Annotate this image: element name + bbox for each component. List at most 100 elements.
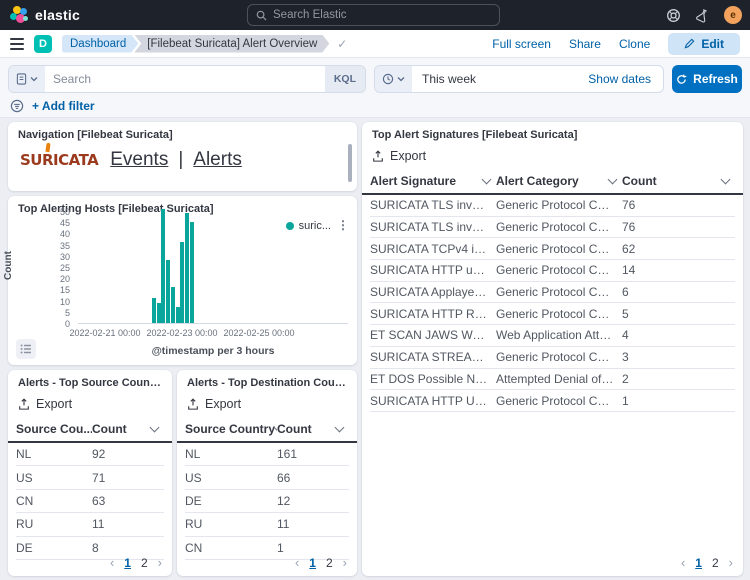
query-search-input[interactable] (45, 66, 325, 92)
legend-label: suric... (299, 220, 331, 232)
table-cell: 76 (622, 220, 735, 234)
panel-scrollbar[interactable] (348, 144, 352, 182)
column-header[interactable]: Source Country (185, 417, 277, 441)
show-dates-button[interactable]: Show dates (588, 72, 663, 86)
sort-chevron-icon[interactable] (335, 423, 345, 433)
page-button-2[interactable]: 2 (141, 556, 148, 570)
next-page-icon[interactable]: › (343, 555, 347, 570)
table-cell: RU (185, 517, 277, 531)
table-cell: SURICATA STREAM Packe... (370, 350, 496, 364)
table-cell: RU (16, 517, 92, 531)
column-header[interactable]: Alert Category (496, 169, 622, 193)
export-button[interactable]: Export (177, 389, 357, 417)
pagination: ‹ 1 2 › (295, 555, 347, 570)
y-tick-label: 25 (30, 263, 70, 273)
news-lab-icon[interactable] (695, 8, 710, 23)
table-header: Source Country Count (177, 417, 357, 443)
column-header[interactable]: Source Cou... (16, 417, 92, 441)
breadcrumb-dashboard[interactable]: Dashboard (62, 35, 138, 53)
column-header[interactable]: Count (277, 417, 349, 441)
time-menu-button[interactable] (375, 66, 412, 92)
table-cell: NL (185, 447, 277, 461)
y-tick-label: 30 (30, 252, 70, 262)
alerts-link[interactable]: Alerts (193, 149, 242, 171)
clone-button[interactable]: Clone (619, 37, 650, 51)
refresh-button[interactable]: Refresh (672, 65, 742, 93)
page-button-1[interactable]: 1 (695, 556, 702, 570)
link-separator: | (178, 149, 183, 171)
page-button-2[interactable]: 2 (712, 556, 719, 570)
kql-label[interactable]: KQL (325, 66, 365, 92)
page-button-1[interactable]: 1 (124, 556, 131, 570)
search-icon (256, 10, 267, 21)
table-body: NL92US71CN63RU11DE8 (8, 443, 172, 560)
y-tick-label: 40 (30, 229, 70, 239)
table-cell: Generic Protocol Comman... (496, 242, 622, 256)
export-button[interactable]: Export (8, 389, 172, 417)
column-header[interactable]: Alert Signature (370, 169, 496, 193)
sort-chevron-icon[interactable] (608, 175, 618, 185)
saved-query-menu-button[interactable] (9, 66, 45, 92)
dashboard-app-badge[interactable]: D (34, 35, 52, 53)
chart-bar (190, 222, 194, 323)
chevron-down-icon (30, 76, 38, 82)
time-range-value[interactable]: This week (412, 72, 588, 86)
saved-check-icon: ✓ (337, 37, 347, 51)
table-cell: Generic Protocol Comman... (496, 198, 622, 212)
help-icon[interactable] (666, 8, 681, 23)
page-button-2[interactable]: 2 (326, 556, 333, 570)
panel-title: Navigation [Filebeat Suricata] (8, 122, 357, 141)
legend-toggle-button[interactable] (16, 339, 36, 359)
table-cell: 161 (277, 447, 349, 461)
table-cell: 12 (277, 494, 349, 508)
global-search-input[interactable]: Search Elastic (247, 4, 500, 26)
full-screen-button[interactable]: Full screen (492, 37, 551, 51)
prev-page-icon[interactable]: ‹ (110, 555, 114, 570)
table-cell: Generic Protocol Comman... (496, 350, 622, 364)
next-page-icon[interactable]: › (729, 555, 733, 570)
y-tick-label: 0 (30, 319, 70, 329)
bar-chart: Count 05101520253035404550 2022-02-21 00… (8, 212, 357, 365)
table-row: CN63 (16, 490, 164, 513)
table-cell: 14 (622, 263, 735, 277)
legend-options-icon[interactable]: ⋮ (337, 218, 349, 232)
column-header[interactable]: Count (622, 169, 735, 193)
table-cell: 2 (622, 372, 735, 386)
header-actions: e (666, 0, 742, 30)
brand-name: elastic (35, 7, 80, 23)
add-filter-button[interactable]: + Add filter (32, 99, 95, 113)
elastic-brand[interactable]: elastic (10, 6, 80, 24)
user-avatar[interactable]: e (724, 6, 742, 24)
table-cell: 71 (92, 471, 164, 485)
table-cell: SURICATA HTTP Request ... (370, 307, 496, 321)
clock-icon (382, 73, 394, 85)
legend-item[interactable]: suric... (286, 220, 331, 232)
edit-button[interactable]: Edit (668, 33, 740, 55)
table-cell: 6 (622, 285, 735, 299)
y-tick-label: 20 (30, 274, 70, 284)
column-header[interactable]: Count (92, 417, 164, 441)
sort-chevron-icon[interactable] (721, 175, 731, 185)
table-cell: 11 (277, 517, 349, 531)
table-cell: SURICATA TCPv4 invalid ... (370, 242, 496, 256)
events-link[interactable]: Events (110, 149, 168, 171)
table-row: US71 (16, 466, 164, 489)
table-cell: 66 (277, 471, 349, 485)
prev-page-icon[interactable]: ‹ (295, 555, 299, 570)
filter-icon[interactable] (10, 99, 24, 113)
table-cell: Generic Protocol Comman... (496, 220, 622, 234)
table-cell: Generic Protocol Comman... (496, 285, 622, 299)
menu-icon[interactable] (10, 38, 24, 50)
sort-chevron-icon[interactable] (150, 423, 160, 433)
panel-title: Alerts - Top Source Countries [Fileb... (8, 370, 172, 389)
page-button-1[interactable]: 1 (309, 556, 316, 570)
table-cell: 63 (92, 494, 164, 508)
export-button[interactable]: Export (362, 141, 743, 169)
next-page-icon[interactable]: › (158, 555, 162, 570)
prev-page-icon[interactable]: ‹ (681, 555, 685, 570)
table-cell: ET SCAN JAWS Webserve... (370, 328, 496, 342)
x-tick-label: 2022-02-21 00:00 (69, 328, 140, 338)
table-row: DE12 (185, 490, 349, 513)
share-button[interactable]: Share (569, 37, 601, 51)
sort-chevron-icon[interactable] (482, 175, 492, 185)
